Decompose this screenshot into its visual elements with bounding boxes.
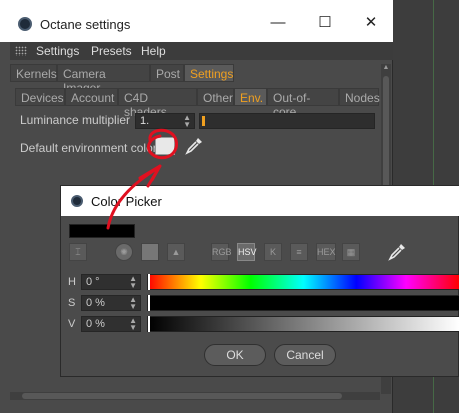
color-picker-title: Color Picker [91,194,162,209]
value-input[interactable]: 0 % ▲ ▼ [81,316,141,332]
app-logo-icon [18,17,32,31]
menu-bar: Settings Presets Help [10,42,393,60]
main-tabs: Kernels Camera Imager Post Settings [10,64,382,95]
color-picker-title-bar: Color Picker [61,186,459,216]
spectrum-icon[interactable] [141,243,159,261]
value-slider[interactable] [147,316,459,332]
minimize-button[interactable]: — [264,12,292,34]
swatches-mode-button[interactable]: ▦ [342,243,360,261]
tab-c4d-shaders[interactable]: C4D shaders [118,88,197,119]
saturation-marker[interactable] [148,295,150,311]
color-wheel-mode-icon[interactable]: ⌶ [69,243,87,261]
window-title: Octane settings [40,17,131,32]
rgb-mode-button[interactable]: RGB [211,243,232,261]
tab-camera-imager[interactable]: Camera Imager [57,64,150,95]
hue-marker[interactable] [148,274,150,290]
luminance-value: 1. [140,115,150,127]
tab-other[interactable]: Other [197,88,234,106]
hue-value: 0 ° [86,276,100,288]
saturation-label: S [68,297,76,309]
close-button[interactable]: ✕ [357,12,385,34]
hue-input[interactable]: 0 ° ▲ ▼ [81,274,141,290]
color-preview-swatch [69,224,135,238]
hex-mode-button[interactable]: HEX [316,243,336,261]
tab-account[interactable]: Account [65,88,118,106]
spinner-arrows-icon[interactable]: ▲ ▼ [129,296,137,311]
menu-settings[interactable]: Settings [36,44,79,58]
hsv-mode-button[interactable]: HSV [237,243,257,261]
tab-settings[interactable]: Settings [184,64,234,82]
luminance-multiplier-label: Luminance multiplier [20,113,131,127]
tab-devices[interactable]: Devices [15,88,65,106]
scroll-up-icon[interactable]: ▲ [382,64,390,71]
horizontal-scrollbar[interactable] [10,392,380,400]
value-value: 0 % [86,318,105,330]
color-picker-dialog: Color Picker ⌶ ✺ ▲ RGB HSV K ≡ HEX ▦ H 0… [60,185,459,377]
app-logo-icon [71,195,83,207]
maximize-button[interactable]: ☐ [311,12,339,34]
saturation-input[interactable]: 0 % ▲ ▼ [81,295,141,311]
tab-env[interactable]: Env. [234,88,267,106]
spinner-arrows-icon[interactable]: ▲ ▼ [183,114,191,129]
luminance-multiplier-input[interactable]: 1. ▲ ▼ [135,113,195,129]
value-marker[interactable] [148,316,150,332]
saturation-value: 0 % [86,297,105,309]
hue-slider[interactable] [147,274,459,290]
eyedropper-icon[interactable] [183,135,205,157]
tab-nodes[interactable]: Nodes [339,88,380,106]
kelvin-mode-button[interactable]: K [264,243,282,261]
grip-icon[interactable] [15,46,27,56]
env-color-swatch[interactable] [155,137,175,155]
spinner-arrows-icon[interactable]: ▲ ▼ [129,275,137,290]
luminance-slider[interactable] [199,113,375,129]
hue-label: H [68,276,76,288]
h-scrollbar-thumb[interactable] [22,393,342,399]
tab-out-of-core[interactable]: Out-of-core [267,88,339,119]
image-icon[interactable]: ▲ [167,243,185,261]
saturation-slider[interactable] [147,295,459,311]
tab-kernels[interactable]: Kernels [10,64,57,82]
sliders-mode-button[interactable]: ≡ [290,243,308,261]
ok-button[interactable]: OK [204,344,266,366]
title-bar: Octane settings — ☐ ✕ [0,0,393,42]
spinner-arrows-icon[interactable]: ▲ ▼ [129,317,137,332]
color-wheel-icon[interactable]: ✺ [115,243,133,261]
menu-presets[interactable]: Presets [91,44,132,58]
env-color-label: Default environment color [20,141,157,155]
value-label: V [68,318,76,330]
menu-help[interactable]: Help [141,44,166,58]
sub-tabs: Devices Account C4D shaders Other Env. O… [15,88,380,119]
slider-knob[interactable] [202,116,205,126]
tab-post[interactable]: Post [150,64,184,82]
eyedropper-icon[interactable] [386,241,408,263]
cancel-button[interactable]: Cancel [274,344,336,366]
